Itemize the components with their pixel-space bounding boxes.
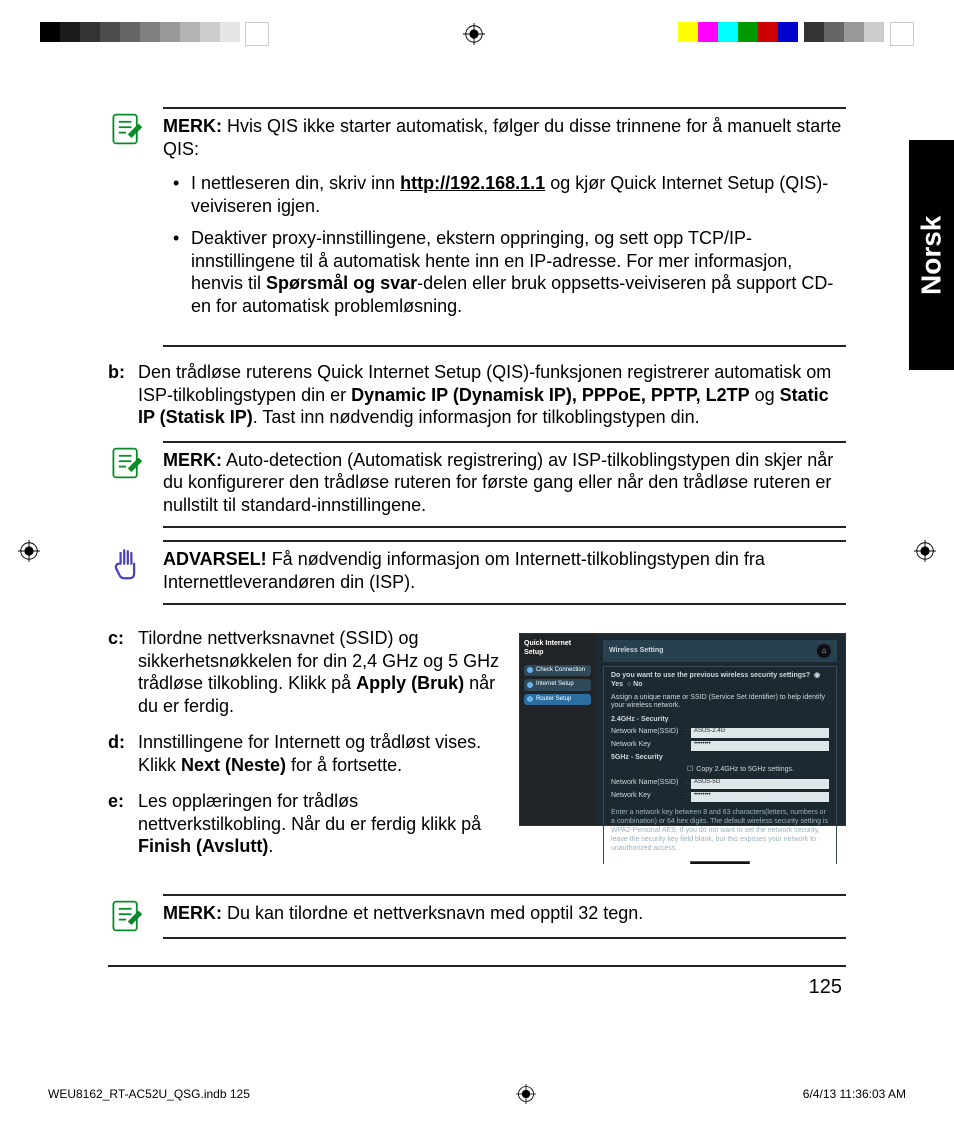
language-tab: Norsk (909, 140, 954, 370)
note1-bullet1: I nettleseren din, skriv inn http://192.… (191, 172, 846, 217)
previous-settings-question: Do you want to use the previous wireless… (611, 672, 829, 690)
settings-box: Do you want to use the previous wireless… (603, 666, 837, 864)
section-5ghz: 5GHz - Security (611, 754, 829, 763)
note-body-2: MERK: Auto-detection (Automatisk registr… (163, 441, 846, 529)
ssid-5-input[interactable]: ASUS-5G (691, 779, 829, 789)
warning-block: ADVARSEL! Få nødvendig informasjon om In… (108, 540, 846, 605)
letter-d: d: (108, 731, 138, 776)
step-b-body: Den trådløse ruterens Quick Internet Set… (138, 361, 846, 429)
warning-body: ADVARSEL! Få nødvendig informasjon om In… (163, 540, 846, 605)
note-body-3: MERK: Du kan tilordne et nettverksnavn m… (163, 894, 846, 940)
note-icon (108, 441, 163, 529)
section-24ghz: 2.4GHz - Security (611, 716, 829, 725)
help-text: Enter a network key between 8 and 63 cha… (611, 808, 829, 853)
letter-e: e: (108, 790, 138, 858)
row-ssid-24: Network Name(SSID):ASUS-2.4G (611, 728, 829, 738)
sidebar-internet-setup[interactable]: Internet Setup (524, 679, 591, 691)
note-body-1: MERK: Hvis QIS ikke starter automatisk, … (163, 107, 846, 347)
footer-timestamp: 6/4/13 11:36:03 AM (803, 1087, 906, 1101)
copy-checkbox-row[interactable]: ☐ Copy 2.4GHz to 5GHz settings. (611, 766, 829, 776)
step-e-body: Les opplæringen for trådløs nettverkstil… (138, 790, 507, 858)
ssid-24-input[interactable]: ASUS-2.4G (691, 728, 829, 738)
step-b: b: Den trådløse ruterens Quick Internet … (108, 361, 846, 429)
warn-label: ADVARSEL! (163, 549, 267, 569)
step-e: e: Les opplæringen for trådløs nettverks… (108, 790, 507, 858)
step-c-body: Tilordne nettverksnavnet (SSID) og sikke… (138, 627, 507, 717)
registration-mark-bottom (515, 1083, 537, 1105)
letter-b: b: (108, 361, 138, 429)
note3-label: MERK: (163, 903, 222, 923)
row-key-24: Network Key:•••••••• (611, 741, 829, 751)
note-text: Hvis QIS ikke starter automatisk, følger… (163, 116, 841, 159)
color-swatches (678, 22, 914, 46)
browser-url: http://192.168.1.1 (400, 173, 545, 193)
apply-button[interactable]: Apply (690, 861, 750, 864)
letter-c: c: (108, 627, 138, 717)
router-sidebar: Quick Internet Setup Check Connection In… (520, 634, 595, 825)
page-content: MERK: Hvis QIS ikke starter automatisk, … (108, 95, 846, 1028)
steps-with-figure: Quick Internet Setup Check Connection In… (108, 627, 846, 864)
step-d: d: Innstillingene for Internett og trådl… (108, 731, 507, 776)
printer-color-bar (40, 22, 914, 46)
router-main-panel: Wireless Setting ⌂ Do you want to use th… (595, 634, 845, 825)
row-key-5: Network Key:•••••••• (611, 792, 829, 802)
row-ssid-5: Network Name(SSID):ASUS-5G (611, 779, 829, 789)
page-divider (108, 965, 846, 967)
step-c: c: Tilordne nettverksnavnet (SSID) og si… (108, 627, 507, 717)
panel-header: Wireless Setting ⌂ (603, 640, 837, 662)
stop-hand-icon (108, 540, 163, 605)
note-icon (108, 894, 163, 940)
sidebar-router-setup[interactable]: Router Setup (524, 694, 591, 706)
page-number: 125 (108, 975, 842, 1000)
note-label: MERK: (163, 116, 222, 136)
note-block-3: MERK: Du kan tilordne et nettverksnavn m… (108, 894, 846, 940)
key-5-input[interactable]: •••••••• (691, 792, 829, 802)
note1-bullet2: Deaktiver proxy-innstillingene, ekstern … (191, 227, 846, 317)
sidebar-title: Quick Internet Setup (520, 640, 595, 662)
note2-text: Auto-detection (Automatisk registrering)… (163, 450, 833, 515)
footer-filename: WEU8162_RT-AC52U_QSG.indb 125 (48, 1087, 250, 1101)
note1-list: I nettleseren din, skriv inn http://192.… (163, 172, 846, 317)
sidebar-check-connection[interactable]: Check Connection (524, 665, 591, 677)
note-block-1: MERK: Hvis QIS ikke starter automatisk, … (108, 107, 846, 347)
registration-mark-left (18, 540, 40, 562)
print-footer: WEU8162_RT-AC52U_QSG.indb 125 6/4/13 11:… (48, 1083, 906, 1105)
note-block-2: MERK: Auto-detection (Automatisk registr… (108, 441, 846, 529)
note3-text: Du kan tilordne et nettverksnavn med opp… (227, 903, 643, 923)
registration-mark-right (914, 540, 936, 562)
registration-mark-top (463, 23, 485, 45)
step-d-body: Innstillingene for Internett og trådløst… (138, 731, 507, 776)
home-icon[interactable]: ⌂ (817, 644, 831, 658)
grayscale-swatches (40, 22, 269, 46)
note-icon (108, 107, 163, 347)
key-24-input[interactable]: •••••••• (691, 741, 829, 751)
router-ui-screenshot: Quick Internet Setup Check Connection In… (519, 633, 846, 826)
note2-label: MERK: (163, 450, 222, 470)
assign-hint: Assign a unique name or SSID (Service Se… (611, 694, 829, 712)
